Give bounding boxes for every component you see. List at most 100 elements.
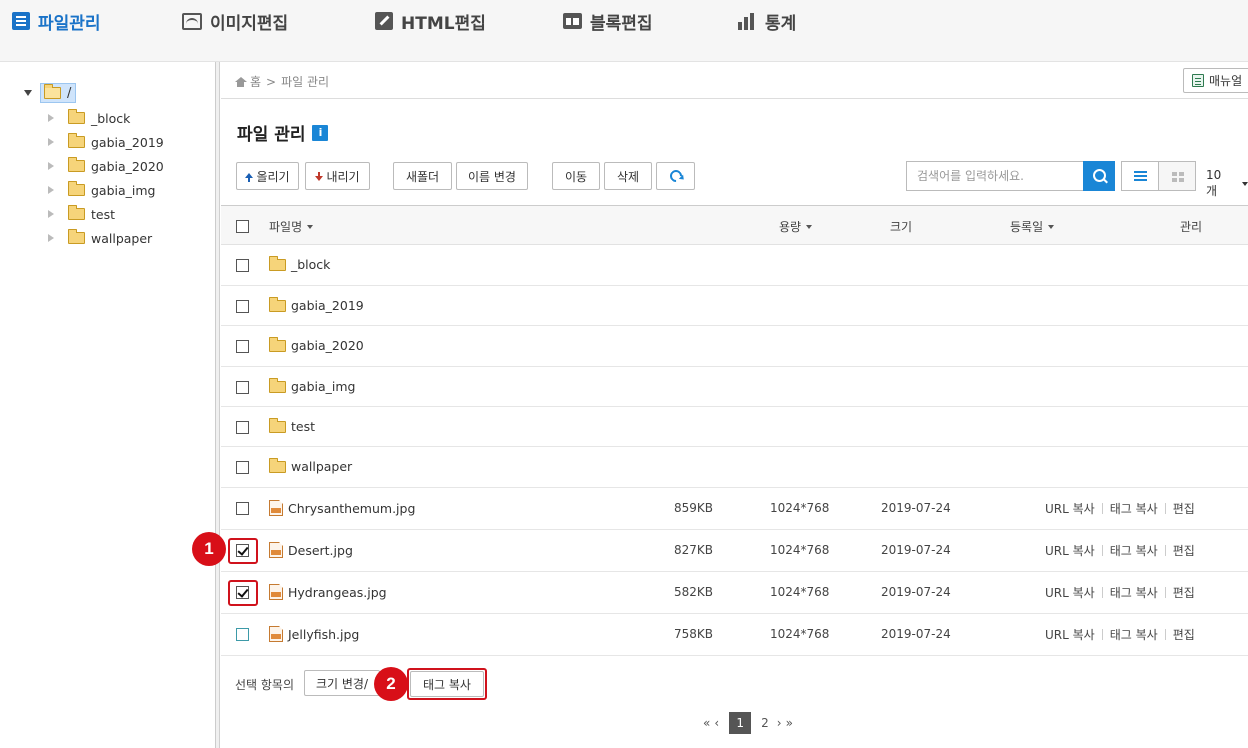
- rename-button[interactable]: 이름 변경: [456, 162, 528, 190]
- page-1[interactable]: 1: [729, 712, 752, 734]
- block-icon: [563, 13, 582, 29]
- tree-item[interactable]: wallpaper: [48, 228, 152, 248]
- resize-button[interactable]: 크기 변경/: [304, 670, 380, 696]
- edit-link[interactable]: 편집: [1173, 500, 1195, 517]
- column-name[interactable]: 파일명: [269, 218, 314, 235]
- table-row[interactable]: gabia_2019: [221, 286, 1248, 326]
- row-checkbox[interactable]: [236, 628, 249, 641]
- tag-copy-link[interactable]: 태그 복사: [1110, 626, 1158, 643]
- select-all-checkbox[interactable]: [236, 220, 249, 233]
- search-input[interactable]: [906, 161, 1084, 191]
- table-row[interactable]: Desert.jpg 827KB 1024*768 2019-07-24 URL…: [221, 530, 1248, 572]
- info-icon[interactable]: i: [312, 124, 329, 141]
- grid-view-button[interactable]: [1158, 161, 1196, 191]
- tree-item[interactable]: gabia_img: [48, 180, 156, 200]
- tag-copy-link[interactable]: 태그 복사: [1110, 500, 1158, 517]
- expand-icon[interactable]: [48, 186, 54, 194]
- row-name[interactable]: _block: [269, 255, 330, 272]
- file-list-icon: [12, 12, 30, 30]
- tag-copy-link[interactable]: 태그 복사: [1110, 542, 1158, 559]
- tree-item[interactable]: test: [48, 204, 115, 224]
- column-date-label: 등록일: [1010, 220, 1044, 234]
- expand-icon[interactable]: [48, 114, 54, 122]
- first-page[interactable]: «: [703, 716, 710, 730]
- search-button[interactable]: [1083, 161, 1115, 191]
- tree-root[interactable]: /: [24, 82, 77, 104]
- url-copy-link[interactable]: URL 복사: [1045, 626, 1095, 643]
- next-page[interactable]: ›: [777, 716, 782, 730]
- table-row[interactable]: test: [221, 407, 1248, 447]
- splitter[interactable]: [216, 62, 220, 748]
- row-name[interactable]: Hydrangeas.jpg: [269, 584, 387, 600]
- top-navigation: 파일관리 이미지편집 HTML편집 블록편집 통계: [0, 0, 1248, 62]
- nav-html-edit[interactable]: HTML편집: [375, 8, 486, 34]
- row-checkbox[interactable]: [236, 421, 249, 434]
- last-page[interactable]: »: [786, 716, 793, 730]
- image-icon: [182, 12, 202, 30]
- breadcrumb-home[interactable]: 홈: [250, 73, 261, 90]
- tree-root-selected[interactable]: /: [40, 83, 77, 103]
- upload-button[interactable]: 올리기: [236, 162, 299, 190]
- jpg-file-icon: [269, 584, 283, 600]
- folder-icon: [68, 181, 85, 196]
- page-2[interactable]: 2: [761, 716, 769, 730]
- edit-link[interactable]: 편집: [1173, 542, 1195, 559]
- new-folder-button[interactable]: 새폴더: [393, 162, 452, 190]
- column-date[interactable]: 등록일: [1010, 218, 1055, 235]
- list-view-button[interactable]: [1121, 161, 1159, 191]
- expand-icon[interactable]: [48, 210, 54, 218]
- nav-block-edit[interactable]: 블록편집: [563, 8, 653, 34]
- tag-copy-link[interactable]: 태그 복사: [1110, 584, 1158, 601]
- table-row[interactable]: gabia_img: [221, 367, 1248, 407]
- row-checkbox[interactable]: [236, 259, 249, 272]
- column-size[interactable]: 용량: [779, 218, 813, 235]
- row-checkbox[interactable]: [236, 300, 249, 313]
- url-copy-link[interactable]: URL 복사: [1045, 542, 1095, 559]
- manual-button[interactable]: 매뉴얼: [1183, 68, 1248, 93]
- prev-page[interactable]: ‹: [714, 716, 719, 730]
- tree-item[interactable]: gabia_2019: [48, 132, 164, 152]
- expand-icon[interactable]: [48, 138, 54, 146]
- row-checkbox[interactable]: [236, 381, 249, 394]
- row-name[interactable]: Jellyfish.jpg: [269, 626, 359, 642]
- folder-icon: [269, 417, 286, 433]
- row-checkbox[interactable]: [236, 340, 249, 353]
- url-copy-link[interactable]: URL 복사: [1045, 584, 1095, 601]
- highlight-box: [228, 580, 258, 606]
- nav-image-edit[interactable]: 이미지편집: [182, 8, 288, 34]
- url-copy-link[interactable]: URL 복사: [1045, 500, 1095, 517]
- move-button[interactable]: 이동: [552, 162, 600, 190]
- row-name[interactable]: Desert.jpg: [269, 542, 353, 558]
- download-button[interactable]: 내리기: [305, 162, 370, 190]
- tree-item[interactable]: _block: [48, 108, 130, 128]
- table-row[interactable]: _block: [221, 245, 1248, 286]
- row-name[interactable]: gabia_2020: [269, 336, 364, 353]
- per-page-select[interactable]: 10개: [1206, 168, 1248, 199]
- tree-item[interactable]: gabia_2020: [48, 156, 164, 176]
- refresh-button[interactable]: [656, 162, 695, 190]
- edit-link[interactable]: 편집: [1173, 626, 1195, 643]
- table-row[interactable]: Chrysanthemum.jpg 859KB 1024*768 2019-07…: [221, 488, 1248, 530]
- nav-label: HTML편집: [401, 13, 486, 34]
- delete-button[interactable]: 삭제: [604, 162, 652, 190]
- nav-file-manager[interactable]: 파일관리: [12, 8, 101, 34]
- nav-stats[interactable]: 통계: [737, 8, 796, 34]
- row-name[interactable]: gabia_img: [269, 377, 356, 394]
- collapse-icon[interactable]: [24, 90, 32, 96]
- row-name[interactable]: gabia_2019: [269, 296, 364, 313]
- row-checkbox[interactable]: [236, 502, 249, 515]
- edit-link[interactable]: 편집: [1173, 584, 1195, 601]
- row-checkbox[interactable]: [236, 461, 249, 474]
- expand-icon[interactable]: [48, 234, 54, 242]
- table-row[interactable]: gabia_2020: [221, 326, 1248, 367]
- highlight-box: [228, 538, 258, 564]
- manual-label: 매뉴얼: [1209, 74, 1243, 88]
- row-name[interactable]: Chrysanthemum.jpg: [269, 500, 415, 516]
- row-name[interactable]: wallpaper: [269, 457, 352, 474]
- row-name[interactable]: test: [269, 417, 315, 434]
- table-row[interactable]: Hydrangeas.jpg 582KB 1024*768 2019-07-24…: [221, 572, 1248, 614]
- expand-icon[interactable]: [48, 162, 54, 170]
- tag-copy-button[interactable]: 태그 복사: [410, 671, 484, 697]
- table-row[interactable]: Jellyfish.jpg 758KB 1024*768 2019-07-24 …: [221, 614, 1248, 656]
- table-row[interactable]: wallpaper: [221, 447, 1248, 488]
